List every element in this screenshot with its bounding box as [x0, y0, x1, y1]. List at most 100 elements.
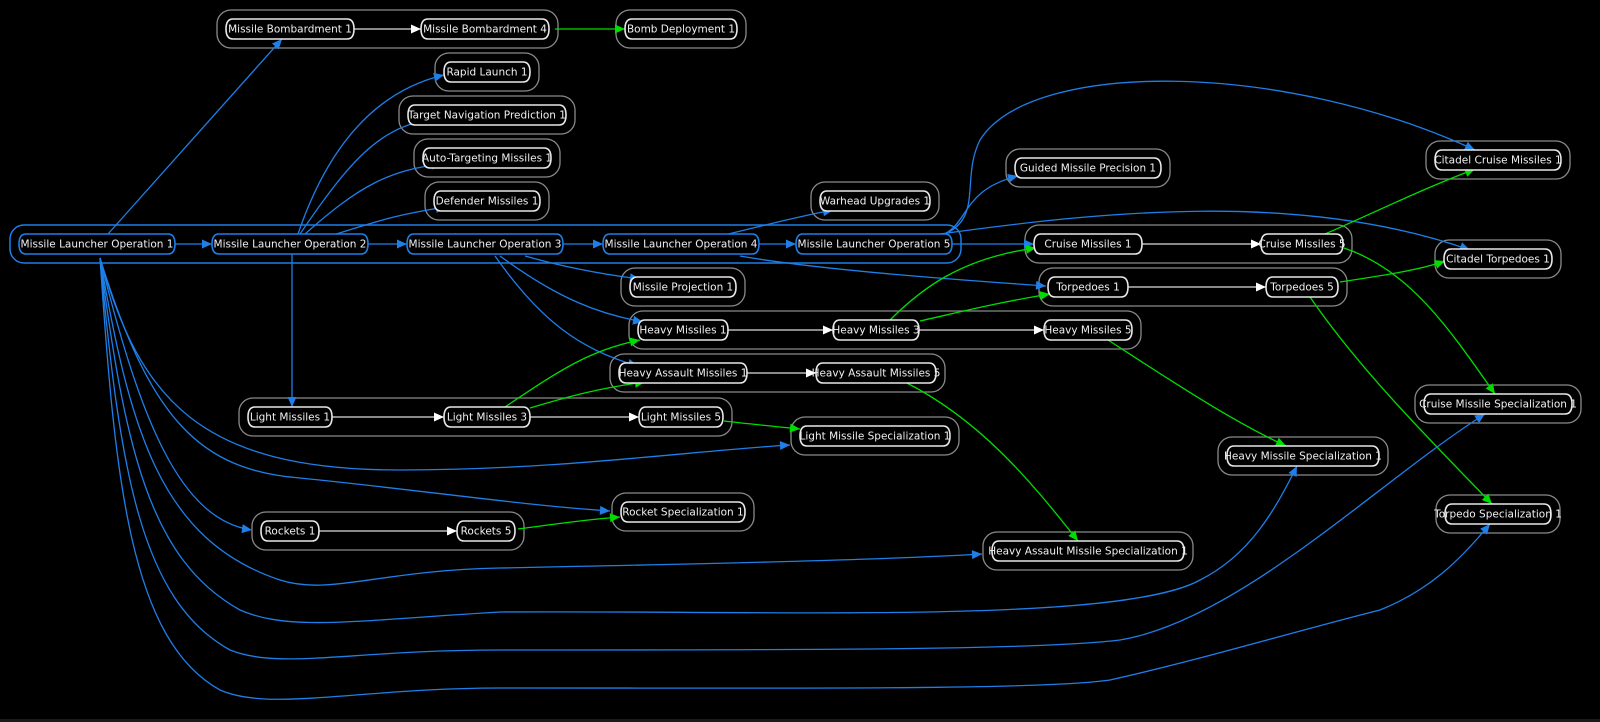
node-label: Missile Bombardment 4: [423, 24, 547, 36]
node-label: Light Missiles 1: [250, 412, 330, 424]
edges-layer: [99, 24, 1496, 700]
edge-mlo5-to-cm1: [952, 239, 1034, 249]
edge-mlo4-to-wu1: [719, 207, 834, 237]
skill-node-mlo4[interactable]: Missile Launcher Operation 4: [602, 233, 760, 255]
skill-node-ccm1[interactable]: Citadel Cruise Missiles 1: [1434, 149, 1562, 171]
edge-t1-to-t5: [1128, 282, 1266, 292]
arrow-head-icon: [609, 513, 620, 523]
arrow-head-icon: [786, 239, 796, 249]
skill-node-hm1[interactable]: Heavy Missiles 1: [637, 319, 729, 341]
arrow-head-icon: [202, 239, 212, 249]
skill-node-hms1[interactable]: Heavy Missile Specialization 1: [1224, 445, 1382, 467]
skill-node-mlo1[interactable]: Missile Launcher Operation 1: [18, 233, 176, 255]
skill-node-ts1[interactable]: Torpedo Specialization 1: [1433, 503, 1562, 525]
skill-node-dm1[interactable]: Defender Missiles 1: [433, 190, 541, 212]
node-label: Torpedoes 1: [1055, 282, 1120, 294]
edge-line: [529, 381, 646, 409]
skill-node-atm1[interactable]: Auto-Targeting Missiles 1: [422, 147, 552, 169]
node-label: Heavy Missiles 5: [1044, 325, 1131, 337]
skill-node-ct1[interactable]: Citadel Torpedoes 1: [1443, 248, 1553, 270]
edge-r5-to-rs1: [517, 513, 621, 530]
edge-line: [919, 293, 1051, 322]
skill-node-rs1[interactable]: Rocket Specialization 1: [620, 501, 746, 523]
skill-node-mb1[interactable]: Missile Bombardment 1: [225, 18, 355, 40]
node-label: Heavy Assault Missiles 5: [812, 368, 941, 380]
skill-node-cm1[interactable]: Cruise Missiles 1: [1033, 233, 1143, 255]
arrow-head-icon: [241, 524, 252, 534]
arrow-head-icon: [1034, 325, 1044, 335]
node-label: Cruise Missiles 5: [1258, 239, 1345, 251]
edge-line: [723, 420, 801, 430]
edge-mlo1-to-mlo2: [175, 239, 212, 249]
skill-node-wu1[interactable]: Warhead Upgrades 1: [819, 190, 931, 212]
node-label: Heavy Assault Missile Specialization 1: [988, 546, 1188, 558]
node-label: Citadel Cruise Missiles 1: [1434, 155, 1561, 167]
skill-node-mlo3[interactable]: Missile Launcher Operation 3: [406, 233, 564, 255]
skill-node-gmp1[interactable]: Guided Missile Precision 1: [1014, 157, 1162, 179]
skill-node-rl1[interactable]: Rapid Launch 1: [443, 61, 531, 83]
arrow-head-icon: [779, 441, 790, 451]
edge-ham1-to-ham5: [747, 368, 816, 378]
skill-node-mb4[interactable]: Missile Bombardment 4: [420, 18, 550, 40]
node-label: Bomb Deployment 1: [627, 24, 735, 36]
node-label: Missile Launcher Operation 5: [798, 239, 951, 251]
skill-node-hm5[interactable]: Heavy Missiles 5: [1043, 319, 1133, 341]
skill-node-lm3[interactable]: Light Missiles 3: [443, 406, 531, 428]
edge-line: [719, 209, 834, 237]
skill-node-hm3[interactable]: Heavy Missiles 3: [832, 319, 920, 341]
edge-mlo1-to-rs1: [99, 257, 611, 515]
skill-node-bd1[interactable]: Bomb Deployment 1: [624, 18, 738, 40]
node-label: Missile Launcher Operation 2: [214, 239, 367, 251]
skill-node-hams1[interactable]: Heavy Assault Missile Specialization 1: [988, 540, 1188, 562]
arrow-head-icon: [971, 550, 982, 560]
arrow-head-icon: [447, 526, 457, 536]
arrow-head-icon: [397, 239, 407, 249]
arrow-head-icon: [615, 24, 625, 34]
edge-lm1-to-lm3: [332, 412, 444, 422]
skill-node-r1[interactable]: Rockets 1: [260, 520, 320, 542]
skill-node-t1[interactable]: Torpedoes 1: [1047, 276, 1129, 298]
node-label: Light Missiles 5: [641, 412, 721, 424]
edge-mlo4-to-mlo5: [759, 239, 796, 249]
edge-hm1-to-hm3: [728, 325, 833, 335]
node-label: Heavy Missiles 3: [832, 325, 919, 337]
edge-mb1-to-mb4: [354, 24, 421, 34]
edge-ham5-to-hams1: [904, 381, 1079, 542]
skill-node-mlo5[interactable]: Missile Launcher Operation 5: [795, 233, 953, 255]
edge-line: [99, 257, 1298, 624]
skill-node-ham1[interactable]: Heavy Assault Missiles 1: [618, 362, 748, 384]
edge-mlo2-to-mlo3: [368, 239, 407, 249]
edge-hm3-to-hm5: [919, 325, 1044, 335]
edge-cm5-to-ccm1: [1324, 168, 1476, 235]
edge-hm3-to-t1: [919, 291, 1051, 322]
skill-node-tnp1[interactable]: Target Navigation Prediction 1: [407, 104, 567, 126]
edge-line: [299, 119, 429, 235]
skill-node-lms1[interactable]: Light Missile Specialization 1: [799, 425, 951, 447]
edge-hm3-to-cm1: [889, 244, 1037, 321]
edge-mb4-to-bd1: [555, 24, 625, 34]
node-label: Missile Launcher Operation 3: [409, 239, 562, 251]
nodes-layer: Missile Launcher Operation 1 Missile Laun…: [18, 18, 1577, 562]
skill-node-lm5[interactable]: Light Missiles 5: [638, 406, 724, 428]
node-label: Auto-Targeting Missiles 1: [422, 153, 552, 165]
skill-node-r5[interactable]: Rockets 5: [456, 520, 516, 542]
edge-mlo3-to-mp1: [524, 255, 641, 283]
skill-node-lm1[interactable]: Light Missiles 1: [247, 406, 333, 428]
node-label: Missile Launcher Operation 1: [21, 239, 174, 251]
skill-node-cms1[interactable]: Cruise Missile Specialization 1: [1419, 393, 1577, 415]
node-label: Light Missiles 3: [447, 412, 527, 424]
edge-line: [494, 255, 639, 367]
skill-node-mp1[interactable]: Missile Projection 1: [629, 276, 737, 298]
node-label: Citadel Torpedoes 1: [1446, 254, 1550, 266]
skill-node-cm5[interactable]: Cruise Missiles 5: [1258, 233, 1346, 255]
skill-node-t5[interactable]: Torpedoes 5: [1265, 276, 1339, 298]
edge-hm5-to-hms1: [1107, 339, 1287, 447]
edge-line: [304, 163, 443, 235]
skill-node-ham5[interactable]: Heavy Assault Missiles 5: [812, 362, 941, 384]
skill-node-mlo2[interactable]: Missile Launcher Operation 2: [211, 233, 369, 255]
clusters-layer: [9, 9, 1582, 571]
arrow-head-icon: [789, 423, 800, 433]
arrow-head-icon: [287, 397, 297, 407]
node-label: Rockets 1: [265, 526, 316, 538]
node-label: Target Navigation Prediction 1: [407, 110, 566, 122]
